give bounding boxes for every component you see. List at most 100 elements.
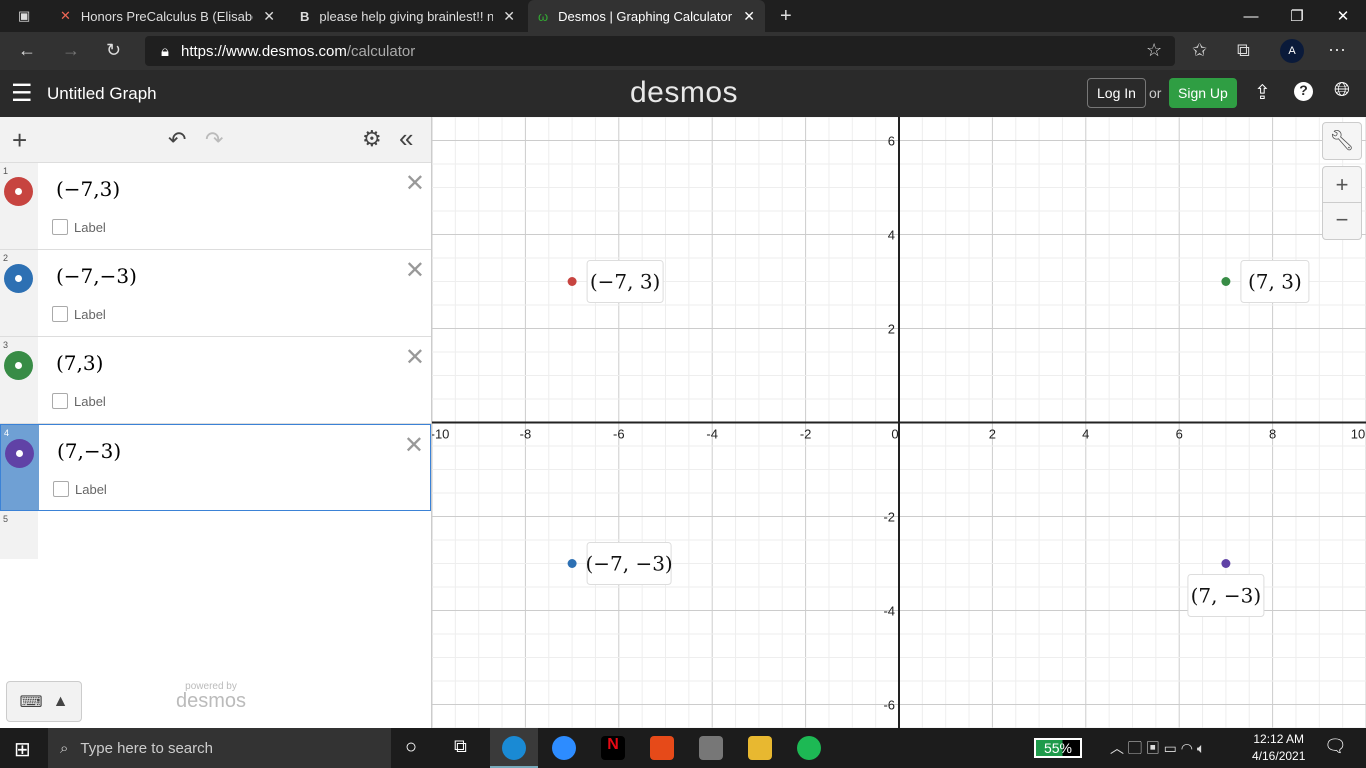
graph-title[interactable]: Untitled Graph xyxy=(47,84,157,104)
label-checkbox[interactable]: Label xyxy=(52,219,106,235)
x-tick-label: 10 xyxy=(1351,427,1365,442)
checkbox[interactable] xyxy=(52,393,68,409)
zoom-out-button[interactable]: − xyxy=(1323,203,1361,239)
office-icon[interactable] xyxy=(650,736,674,760)
store-icon[interactable] xyxy=(699,736,723,760)
windows-taskbar: ⊞ ⌕ Type here to search ○ ⧉ N 55% ︿ ▢ ▣ ▭… xyxy=(0,728,1366,768)
more-icon[interactable]: ⋯ xyxy=(1328,40,1346,61)
collapse-list-icon[interactable]: « xyxy=(399,123,413,154)
x-tick-label: 2 xyxy=(989,427,996,442)
lock-icon: 🔒︎ xyxy=(161,42,169,60)
tab-desmos[interactable]: ω Desmos | Graphing Calculator ✕ xyxy=(528,0,765,32)
data-point xyxy=(1221,559,1231,568)
expression-row[interactable]: 4 (7,−3) Label ✕ xyxy=(0,424,431,511)
checkbox[interactable] xyxy=(52,306,68,322)
label-checkbox[interactable]: Label xyxy=(52,393,106,409)
desmos-logo: desmos xyxy=(630,76,739,109)
point-label: (−7, 3) xyxy=(590,270,661,294)
taskbar-search[interactable]: ⌕ Type here to search xyxy=(48,728,391,768)
add-favorite-icon[interactable]: ☆ xyxy=(1146,40,1162,61)
tab-actions-icon[interactable]: ▣ xyxy=(8,0,40,32)
clock[interactable]: 12:12 AM 4/16/2021 xyxy=(1252,731,1305,765)
x-tick-label: 0 xyxy=(891,427,898,442)
zoom-app-icon[interactable] xyxy=(552,736,576,760)
favorites-icon[interactable]: ✩ xyxy=(1192,40,1207,61)
refresh-icon[interactable]: ↻ xyxy=(106,40,121,61)
notifications-icon[interactable]: 🗨︎ xyxy=(1324,736,1347,757)
signup-button[interactable]: Sign Up xyxy=(1169,78,1237,108)
close-tab-icon[interactable]: ✕ xyxy=(743,8,755,25)
expression-input[interactable]: (−7,−3) xyxy=(56,264,137,288)
tray-icons[interactable]: ︿ ▢ ▣ ▭ ◠ 🔈︎ xyxy=(1110,738,1205,758)
expression-row[interactable]: 2 (−7,−3) Label ✕ xyxy=(0,250,431,337)
label-checkbox[interactable]: Label xyxy=(52,306,106,322)
battery-percent-widget[interactable]: 55% xyxy=(1034,738,1082,758)
color-toggle-icon[interactable] xyxy=(4,177,33,206)
expression-input[interactable]: (−7,3) xyxy=(56,177,120,201)
point-label: (7, 3) xyxy=(1248,270,1302,294)
tab-brainly[interactable]: Bplease help giving brainlest!! no ✕ xyxy=(290,0,525,32)
spotify-icon[interactable] xyxy=(797,736,821,760)
settings-gear-icon[interactable]: ⚙ xyxy=(362,126,382,152)
expression-row[interactable]: 1 (−7,3) Label ✕ xyxy=(0,163,431,250)
powered-by-desmos: powered by desmos xyxy=(176,681,247,712)
data-point xyxy=(567,277,577,286)
windows-start-icon[interactable]: ⊞ xyxy=(14,737,31,762)
profile-avatar[interactable]: A xyxy=(1280,39,1304,63)
add-item-icon[interactable]: + xyxy=(12,125,27,156)
label-checkbox[interactable]: Label xyxy=(53,481,107,497)
expression-row[interactable]: 3 (7,3) Label ✕ xyxy=(0,337,431,424)
url-input[interactable]: 🔒︎ https://www.desmos.com/calculator xyxy=(145,36,1175,66)
checkbox[interactable] xyxy=(52,219,68,235)
redo-icon[interactable]: ↷ xyxy=(205,127,223,153)
empty-expression-row[interactable]: 5 xyxy=(0,511,431,559)
collections-icon[interactable]: ⧉ xyxy=(1237,40,1250,61)
checkbox[interactable] xyxy=(53,481,69,497)
y-tick-label: 6 xyxy=(888,134,895,149)
expression-input[interactable]: (7,3) xyxy=(56,351,103,375)
edge-taskbar-button[interactable] xyxy=(490,728,538,768)
zoom-in-button[interactable]: + xyxy=(1323,167,1361,203)
close-tab-icon[interactable]: ✕ xyxy=(263,8,275,25)
expression-input[interactable]: (7,−3) xyxy=(57,439,121,463)
color-toggle-icon[interactable] xyxy=(4,264,33,293)
x-tick-label: 4 xyxy=(1082,427,1089,442)
help-icon[interactable]: ? xyxy=(1294,82,1313,101)
keyboard-icon: ⌨ xyxy=(19,693,43,711)
close-tab-icon[interactable]: ✕ xyxy=(503,8,515,25)
file-explorer-icon[interactable] xyxy=(748,736,772,760)
data-point xyxy=(567,559,577,568)
restore-button[interactable]: ❐ xyxy=(1274,0,1320,32)
forward-icon[interactable]: → xyxy=(62,40,80,61)
color-toggle-icon[interactable] xyxy=(4,351,33,380)
delete-expression-icon[interactable]: ✕ xyxy=(405,343,425,372)
netflix-icon[interactable]: N xyxy=(601,736,625,760)
delete-expression-icon[interactable]: ✕ xyxy=(404,431,424,460)
desmos-header: ☰ Untitled Graph desmos Log In or Sign U… xyxy=(0,70,1366,117)
y-tick-label: -6 xyxy=(883,698,895,713)
minimize-button[interactable]: — xyxy=(1228,0,1274,32)
graph-paper[interactable]: -10 -8 -6 -4 -2 0 2 4 6 8 10 -6 -4 -2 2 4 6 (−7, 3) (−7, −… xyxy=(432,117,1366,728)
point-label: (−7, −3) xyxy=(585,552,672,576)
new-tab-button[interactable]: + xyxy=(770,0,802,32)
cortana-icon[interactable]: ○ xyxy=(405,736,417,759)
menu-icon[interactable]: ☰ xyxy=(11,79,33,108)
undo-icon[interactable]: ↶ xyxy=(168,127,186,153)
delete-expression-icon[interactable]: ✕ xyxy=(405,169,425,198)
tab-honors-precalc[interactable]: ✕Honors PreCalculus B (Elisabet R✕ xyxy=(50,0,285,32)
delete-expression-icon[interactable]: ✕ xyxy=(405,256,425,285)
color-toggle-icon[interactable] xyxy=(5,439,34,468)
y-tick-label: 4 xyxy=(888,228,895,243)
task-view-icon[interactable]: ⧉ xyxy=(454,736,467,757)
share-icon[interactable]: ⇪ xyxy=(1254,80,1271,105)
close-window-button[interactable]: ✕ xyxy=(1320,0,1366,32)
x-tick-label: -6 xyxy=(613,427,625,442)
graph-settings-wrench-icon[interactable]: 🔧︎ xyxy=(1322,122,1362,160)
back-icon[interactable]: ← xyxy=(18,40,36,61)
login-button[interactable]: Log In xyxy=(1087,78,1146,108)
language-globe-icon[interactable]: 🌐︎ xyxy=(1334,79,1350,102)
point-label: (7, −3) xyxy=(1191,584,1262,608)
brainly-icon: B xyxy=(300,8,310,24)
keypad-toggle-button[interactable]: ⌨ ▲ xyxy=(6,681,82,722)
caret-up-icon: ▲ xyxy=(52,692,69,710)
